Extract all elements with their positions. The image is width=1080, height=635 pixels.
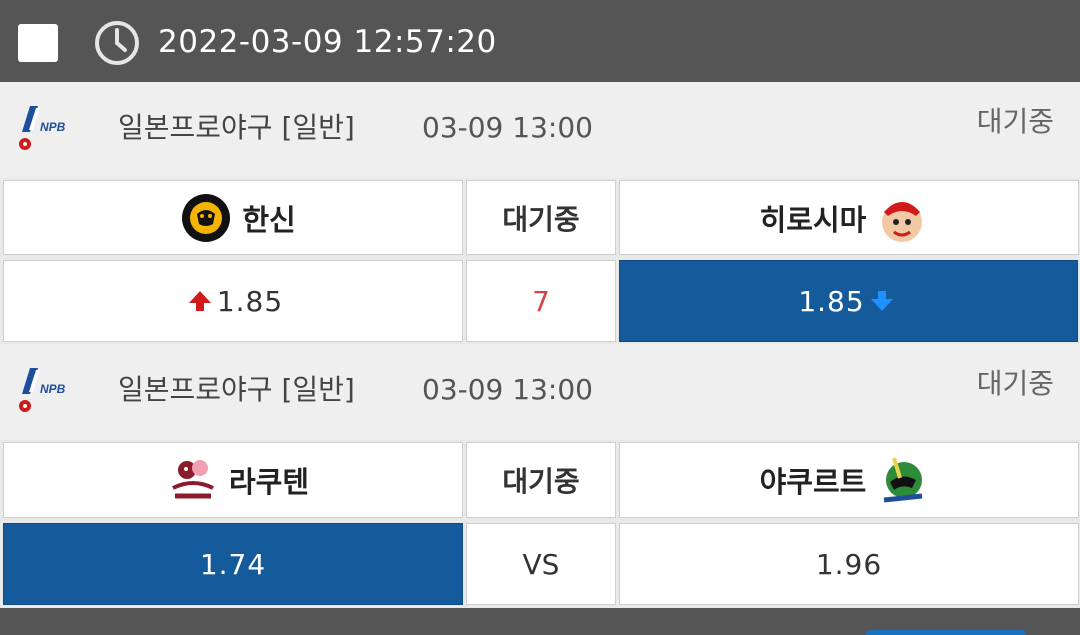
top-bar: 2022-03-09 12:57:20 (0, 0, 1080, 82)
bottom-action-button[interactable] (866, 630, 1026, 635)
match-header: NPB 일본프로야구 [일반] 03-09 13:00 대기중 (0, 344, 1080, 440)
home-team-name: 라쿠텐 (228, 465, 310, 499)
match-time: 03-09 13:00 (422, 111, 593, 144)
away-odds-value: 1.85 (798, 284, 865, 318)
home-odds-button[interactable]: 1.74 (3, 523, 463, 605)
checkbox-icon[interactable] (18, 24, 58, 62)
home-team-cell: 라쿠텐 (3, 442, 463, 518)
npb-logo-icon: NPB (19, 368, 66, 412)
away-team-name: 야쿠르트 (759, 465, 867, 499)
clock-icon (95, 21, 139, 65)
current-datetime: 2022-03-09 12:57:20 (158, 24, 497, 60)
home-odds-value: 1.85 (216, 284, 284, 318)
league-name: 일본프로야구 [일반] (118, 111, 355, 144)
rakuten-eagles-logo (172, 460, 214, 499)
match-status-cell: 대기중 (466, 180, 616, 255)
home-team-cell: 한신 (3, 180, 463, 255)
home-team-name: 한신 (242, 202, 296, 237)
match-time: 03-09 13:00 (422, 373, 593, 406)
odds-up-arrow-icon (188, 291, 211, 311)
away-team-cell: 히로시마 (619, 180, 1079, 255)
away-odds-button[interactable]: 1.85 (619, 260, 1078, 342)
svg-text:NPB: NPB (40, 120, 66, 134)
hanshin-tigers-logo (182, 193, 231, 242)
home-odds-button[interactable]: 1.85 (3, 260, 463, 342)
yakult-swallows-logo (884, 457, 923, 503)
away-team-name: 히로시마 (759, 202, 867, 237)
match-status: 대기중 (976, 367, 1054, 400)
match-status: 대기중 (976, 105, 1054, 138)
home-odds-value: 1.74 (199, 547, 267, 581)
away-odds-button[interactable]: 1.96 (619, 523, 1079, 605)
hiroshima-carp-logo (882, 201, 923, 242)
vs-label: VS (466, 523, 616, 605)
league-name: 일본프로야구 [일반] (118, 373, 355, 406)
away-odds-value: 1.96 (815, 547, 883, 581)
away-team-cell: 야쿠르트 (619, 442, 1079, 518)
svg-text:NPB: NPB (40, 382, 66, 396)
match-status-cell: 대기중 (466, 442, 616, 518)
npb-logo-icon: NPB (19, 106, 66, 150)
odds-down-arrow-icon (870, 291, 893, 311)
match-header: NPB 일본프로야구 [일반] 03-09 13:00 대기중 (0, 82, 1080, 178)
more-bets-count[interactable]: 7 (466, 260, 616, 342)
